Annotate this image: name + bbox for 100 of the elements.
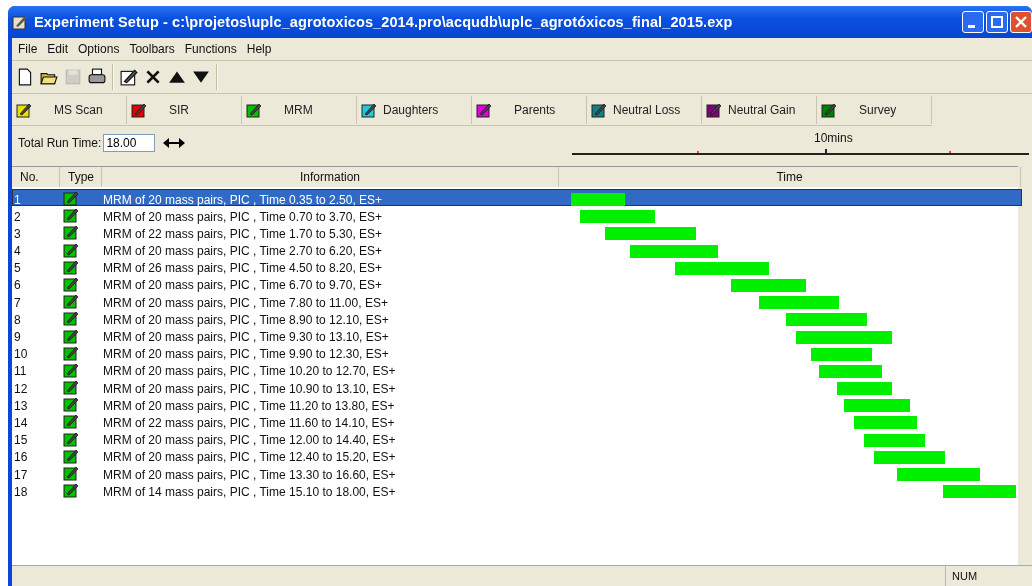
- new-document-icon[interactable]: [16, 68, 34, 86]
- table-row[interactable]: 6 MRM of 20 mass pairs, PIC , Time 6.70 to 9.70, ES+: [12, 274, 1022, 293]
- table-row[interactable]: 8 MRM of 20 mass pairs, PIC , Time 8.90 to 12.10, ES+: [12, 309, 1022, 327]
- mode-button[interactable]: MRM: [246, 97, 313, 122]
- row-number: 11: [13, 364, 28, 379]
- run-time-field[interactable]: 18.00: [103, 134, 156, 152]
- column-header[interactable]: Information: [102, 167, 559, 187]
- table-row[interactable]: 10 MRM of 20 mass pairs, PIC , Time 9.90 to 12.30, ES+: [12, 343, 1022, 361]
- mrm-type-icon: [63, 396, 79, 413]
- mrm-type-icon: [63, 293, 79, 310]
- table-row[interactable]: 3 MRM of 22 mass pairs, PIC , Time 1.70 to 5.30, ES+: [12, 223, 1022, 241]
- mrm-type-icon: [63, 482, 79, 499]
- information-cell-text: MRM of 22 mass pairs, PIC , Time 1.70 to 5.30, ES+: [103, 226, 384, 241]
- mrm-type-icon: [63, 327, 79, 344]
- row-number: 18: [13, 484, 29, 499]
- menu-item[interactable]: Help: [246, 42, 272, 56]
- time-bar: [864, 433, 925, 447]
- information-cell-text: MRM of 14 mass pairs, PIC , Time 15.10 to 18.00, ES+: [103, 484, 397, 499]
- information-cell-text: MRM of 20 mass pairs, PIC , Time 2.70 to 6.20, ES+: [103, 244, 384, 259]
- table-row[interactable]: 13 MRM of 20 mass pairs, PIC , Time 11.20 to 13.80, ES+: [12, 395, 1022, 413]
- mrm-type-icon: [63, 258, 79, 275]
- mrm-type-icon: [63, 430, 79, 447]
- row-number: 3: [13, 226, 22, 241]
- information-cell-text: MRM of 20 mass pairs, PIC , Time 8.90 to 12.10, ES+: [103, 312, 390, 327]
- mrm-type-icon: [63, 379, 79, 396]
- information-cell-text: MRM of 20 mass pairs, PIC , Time 9.90 to 12.30, ES+: [103, 347, 390, 362]
- time-bar: [874, 450, 945, 464]
- information-cell-text: MRM of 20 mass pairs, PIC , Time 0.35 to 2.50, ES+: [103, 192, 384, 207]
- mrm-type-icon: [63, 447, 79, 464]
- column-header[interactable]: Time: [559, 167, 1021, 187]
- row-number: 5: [13, 261, 22, 276]
- table-row[interactable]: 15 MRM of 20 mass pairs, PIC , Time 12.00 to 14.40, ES+: [12, 429, 1022, 447]
- close-icon: [1015, 16, 1027, 28]
- table-row[interactable]: 18 MRM of 14 mass pairs, PIC , Time 15.10 to 18.00, ES+: [12, 481, 1022, 499]
- information-cell-text: MRM of 22 mass pairs, PIC , Time 11.60 to 14.10, ES+: [103, 415, 396, 430]
- table-row[interactable]: 1 MRM of 20 mass pairs, PIC , Time 0.35 to 2.50, ES+: [12, 189, 1022, 207]
- column-header[interactable]: No.: [12, 167, 60, 187]
- row-number: 4: [13, 244, 22, 259]
- table-row[interactable]: 17 MRM of 20 mass pairs, PIC , Time 13.30 to 16.60, ES+: [12, 464, 1022, 482]
- table-row[interactable]: 14 MRM of 22 mass pairs, PIC , Time 11.60 to 14.10, ES+: [12, 412, 1022, 430]
- printer-icon[interactable]: [88, 68, 106, 86]
- row-number: 15: [13, 433, 29, 448]
- time-bar: [844, 399, 910, 413]
- menu-item[interactable]: Options: [78, 42, 120, 56]
- maximize-button[interactable]: [986, 11, 1008, 33]
- mode-button[interactable]: Survey: [821, 97, 897, 122]
- timeline-label: 10mins: [814, 131, 853, 145]
- information-cell-text: MRM of 20 mass pairs, PIC , Time 10.20 to 12.70, ES+: [103, 364, 397, 379]
- table-row[interactable]: 2 MRM of 20 mass pairs, PIC , Time 0.70 to 3.70, ES+: [12, 206, 1022, 224]
- menu-item[interactable]: Toolbars: [129, 42, 175, 56]
- row-number: 2: [13, 209, 22, 224]
- information-cell-text: MRM of 20 mass pairs, PIC , Time 0.70 to 3.70, ES+: [103, 209, 384, 224]
- mrm-type-icon: [63, 241, 79, 258]
- row-number: 17: [13, 467, 29, 482]
- row-number: 7: [13, 295, 22, 310]
- menu-item[interactable]: File: [18, 42, 38, 56]
- mrm-type-icon: [63, 310, 79, 327]
- row-number: 8: [13, 312, 22, 327]
- mrm-type-icon: [63, 224, 79, 241]
- mode-button[interactable]: SIR: [131, 97, 189, 122]
- double-arrow-icon[interactable]: [163, 137, 186, 149]
- table-row[interactable]: 5 MRM of 26 mass pairs, PIC , Time 4.50 to 8.20, ES+: [12, 257, 1022, 275]
- edit-icon[interactable]: [120, 68, 138, 86]
- information-cell-text: MRM of 20 mass pairs, PIC , Time 9.30 to 13.10, ES+: [103, 330, 390, 344]
- table-row[interactable]: 9 MRM of 20 mass pairs, PIC , Time 9.30 to 13.10, ES+: [12, 326, 1022, 344]
- time-bar: [854, 416, 918, 430]
- time-bar: [811, 347, 872, 361]
- mrm-type-icon: [63, 413, 79, 430]
- table-row[interactable]: 11 MRM of 20 mass pairs, PIC , Time 10.20 to 12.70, ES+: [12, 360, 1022, 379]
- mode-button[interactable]: Daughters: [361, 97, 439, 122]
- menu-item[interactable]: Edit: [47, 42, 69, 56]
- status-indicator: NUM: [945, 566, 1022, 586]
- minimize-button[interactable]: [962, 11, 984, 33]
- window-icon: [12, 14, 28, 30]
- mrm-type-icon: [63, 207, 79, 224]
- mode-button[interactable]: MS Scan: [16, 97, 103, 122]
- maximize-icon: [991, 16, 1003, 28]
- mode-button[interactable]: Parents: [476, 97, 556, 122]
- mode-button[interactable]: Neutral Loss: [591, 97, 681, 122]
- table-row[interactable]: 16 MRM of 20 mass pairs, PIC , Time 12.40 to 15.20, ES+: [12, 446, 1022, 464]
- table-row[interactable]: 12 MRM of 20 mass pairs, PIC , Time 10.90 to 13.10, ES+: [12, 378, 1022, 396]
- information-cell-text: MRM of 20 mass pairs, PIC , Time 12.40 to 15.20, ES+: [103, 450, 397, 465]
- information-cell-text: MRM of 20 mass pairs, PIC , Time 7.80 to 11.00, ES+: [103, 295, 389, 310]
- information-cell-text: MRM of 26 mass pairs, PIC , Time 4.50 to 8.20, ES+: [103, 261, 384, 276]
- time-bar: [819, 364, 883, 378]
- window-title: Experiment Setup - c:\projetos\uplc_agrotoxicos_2014.pro\acqudb\uplc_agrotóxicos_final_2015.exp: [34, 14, 733, 30]
- mode-button[interactable]: Neutral Gain: [706, 97, 796, 122]
- run-time-label: Total Run Time:: [18, 136, 102, 150]
- column-header[interactable]: Type: [60, 167, 102, 187]
- mrm-type-icon: [63, 275, 79, 292]
- information-cell-text: MRM of 20 mass pairs, PIC , Time 13.30 to 16.60, ES+: [103, 467, 397, 482]
- close-button[interactable]: [1010, 11, 1032, 33]
- row-number: 1: [13, 192, 22, 207]
- mrm-type-icon: [63, 465, 79, 481]
- close-icon[interactable]: [144, 68, 162, 86]
- table-row[interactable]: 7 MRM of 20 mass pairs, PIC , Time 7.80 to 11.00, ES+: [12, 292, 1022, 310]
- time-bar: [836, 382, 893, 396]
- table-row[interactable]: 4 MRM of 20 mass pairs, PIC , Time 2.70 to 6.20, ES+: [12, 240, 1022, 258]
- row-number: 14: [13, 415, 29, 430]
- menu-item[interactable]: Functions: [184, 42, 237, 56]
